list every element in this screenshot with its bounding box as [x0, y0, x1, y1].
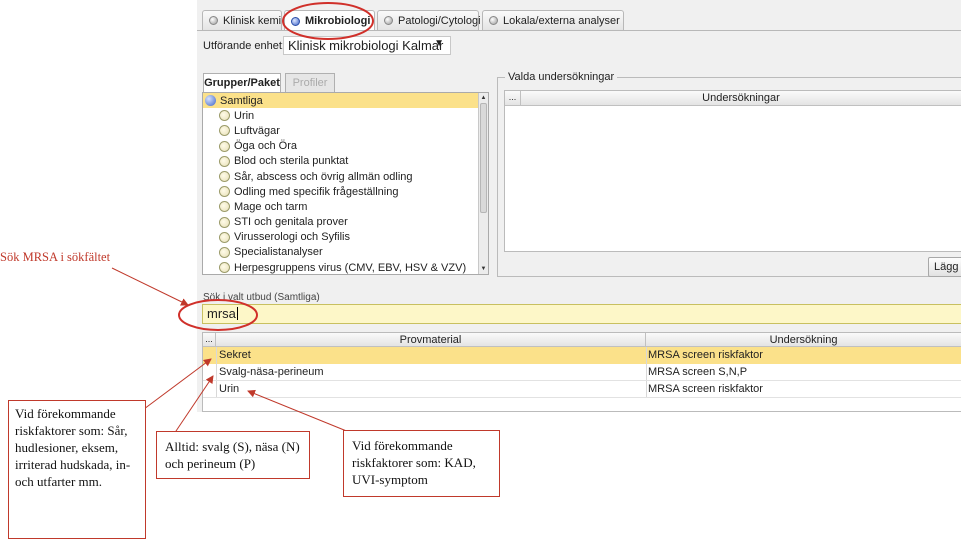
- callout-middle: Alltid: svalg (S), näsa (N) och perineum…: [156, 431, 310, 479]
- arrow-to-urin: [247, 389, 350, 433]
- callout-right: Vid förekommande riskfaktorer som: KAD, …: [343, 430, 500, 497]
- arrow-to-svalg: [173, 375, 214, 435]
- highlight-circle-search: [178, 299, 258, 331]
- highlight-circle-tab: [282, 2, 374, 40]
- arrow-to-sekret: [139, 358, 212, 413]
- annotation-search-hint: Sök MRSA i sökfältet: [0, 250, 111, 264]
- arrow-to-search: [111, 267, 189, 306]
- callout-left: Vid förekommande riskfaktorer som: Sår, …: [8, 400, 146, 539]
